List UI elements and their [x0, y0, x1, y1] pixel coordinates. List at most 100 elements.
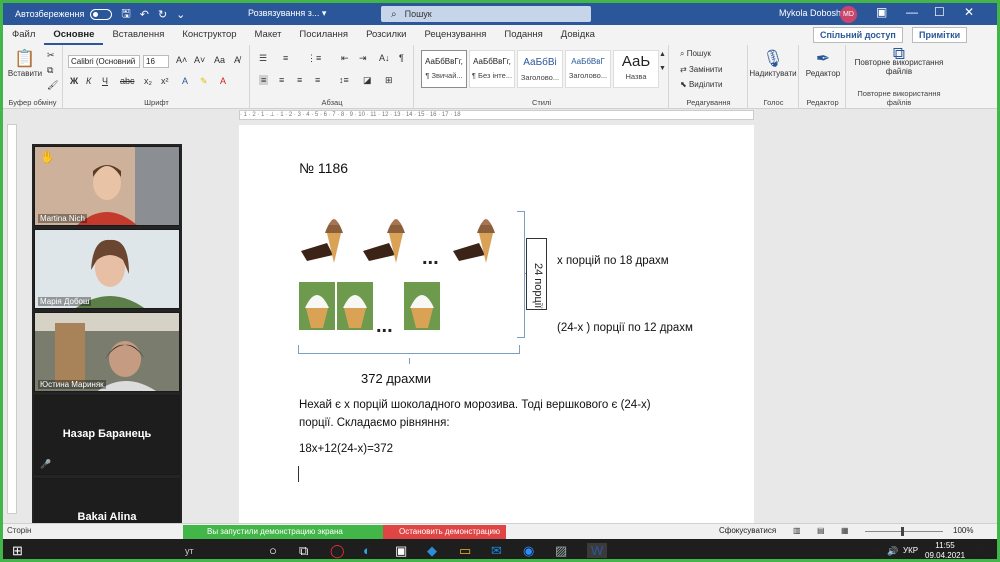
avatar[interactable]: MD — [840, 6, 857, 23]
word-icon[interactable]: W — [587, 543, 608, 558]
increase-indent-icon[interactable]: ⇥ — [359, 53, 367, 64]
vscode-icon[interactable]: ◆ — [427, 543, 437, 559]
ribbon-display-icon[interactable]: ▣ — [876, 5, 887, 19]
cortana-icon[interactable]: ○ — [269, 543, 277, 558]
minimize-icon[interactable]: — — [906, 5, 918, 19]
volume-icon[interactable]: 🔊 — [887, 546, 898, 557]
photos-icon[interactable]: ▨ — [555, 543, 567, 559]
shading-icon[interactable]: ◪ — [363, 75, 372, 86]
zoom-level[interactable]: 100% — [953, 526, 973, 535]
autosave-toggle[interactable] — [90, 8, 113, 20]
numbering-icon[interactable]: ≡ — [283, 53, 288, 63]
shrink-font-icon[interactable]: A˅ — [194, 55, 205, 65]
styles-scroll-up-icon[interactable]: ▲ — [659, 51, 666, 58]
tab-mailings[interactable]: Розсилки — [357, 25, 415, 45]
close-icon[interactable]: ✕ — [964, 5, 974, 19]
tab-design[interactable]: Конструктор — [173, 25, 245, 45]
change-case-icon[interactable]: Aa — [214, 55, 225, 65]
document-page[interactable]: № 1186 ... ... 24 порції х порцій по 18 … — [239, 125, 754, 525]
zoom-slider-knob[interactable] — [901, 527, 904, 536]
multilevel-list-icon[interactable]: ⋮≡ — [307, 53, 321, 64]
document-title[interactable]: Розвязування з... ▾ — [248, 8, 326, 19]
store-icon[interactable]: ▣ — [395, 543, 407, 559]
format-painter-icon[interactable]: 🖌 — [47, 80, 58, 91]
style-heading-2[interactable]: АаБбВвГ Заголово... — [565, 50, 611, 88]
underline-icon[interactable]: Ч — [102, 76, 108, 86]
text-effects-icon[interactable]: A — [182, 76, 188, 86]
sort-icon[interactable]: A↓ — [379, 53, 390, 63]
align-center-icon[interactable]: ≡ — [279, 75, 284, 85]
participant-tile[interactable]: Марія Добош — [34, 229, 180, 309]
search-input[interactable]: Пошук — [405, 9, 432, 19]
replace-button[interactable]: ⇄ Замінити — [680, 65, 723, 74]
editor-button[interactable]: ✒ Редактор — [800, 49, 846, 78]
styles-scroll-down-icon[interactable]: ▼ — [659, 65, 666, 72]
style-no-spacing[interactable]: АаБбВвГг, ¶ Без інте... — [469, 50, 515, 88]
style-heading-1[interactable]: АаБбВі Заголово... — [517, 50, 563, 88]
print-layout-icon[interactable]: ▤ — [817, 526, 825, 535]
show-marks-icon[interactable]: ¶ — [399, 53, 404, 63]
clock[interactable]: 11:55 09.04.2021 — [925, 541, 965, 559]
zoom-app-icon[interactable]: ◉ — [523, 543, 534, 559]
find-button[interactable]: ⌕ Пошук — [680, 49, 711, 59]
select-button[interactable]: ⬉ Виділити — [680, 80, 722, 89]
bullets-icon[interactable]: ☰ — [259, 53, 267, 64]
stop-share-button[interactable]: Остановить демонстрацию — [383, 525, 506, 539]
tab-file[interactable]: Файл — [3, 25, 44, 45]
tab-references[interactable]: Посилання — [290, 25, 357, 45]
save-icon[interactable]: 🖫 — [121, 5, 130, 24]
web-layout-icon[interactable]: ▦ — [841, 526, 849, 535]
bold-icon[interactable]: Ж — [70, 76, 78, 86]
align-left-icon[interactable]: ≡ — [259, 75, 269, 85]
cut-icon[interactable]: ✂ — [47, 50, 55, 61]
zoom-slider[interactable] — [865, 531, 943, 532]
notifications-icon[interactable]: ▢ — [973, 545, 982, 556]
font-color-icon[interactable]: A — [220, 76, 226, 86]
grow-font-icon[interactable]: A˄ — [176, 55, 187, 65]
system-tray-chevron-icon[interactable]: ⌃ — [856, 546, 864, 557]
redo-icon[interactable]: ↻ — [158, 8, 167, 21]
clear-format-icon[interactable]: A̸ — [234, 55, 240, 65]
tab-layout[interactable]: Макет — [246, 25, 291, 45]
reuse-files-button[interactable]: ⧉ Повторне використання файлів — [847, 45, 951, 76]
italic-icon[interactable]: К — [86, 76, 91, 86]
copy-icon[interactable]: ⧉ — [47, 65, 53, 76]
participant-tile[interactable]: Юстина Мариняк — [34, 312, 180, 392]
network-icon[interactable]: ▭ — [871, 546, 880, 557]
page-count-label[interactable]: Сторін — [7, 526, 31, 535]
quick-access-chevron-icon[interactable]: ⌄ — [176, 8, 185, 21]
share-button[interactable]: Спільний доступ — [813, 27, 903, 43]
font-name-select[interactable]: Calibri (Основний — [68, 55, 140, 68]
vertical-ruler[interactable] — [7, 124, 17, 514]
tab-home[interactable]: Основне — [44, 25, 104, 45]
task-view-icon[interactable]: ⧉ — [299, 543, 308, 559]
dictate-button[interactable]: 🎙 Надиктувати — [749, 49, 797, 78]
superscript-icon[interactable]: x² — [161, 76, 169, 86]
taskbar-search-fragment[interactable]: ут — [185, 546, 194, 556]
focus-mode-button[interactable]: Сфокусуватися — [719, 526, 776, 535]
user-name[interactable]: Mykola Dobosh — [779, 8, 841, 18]
horizontal-ruler[interactable]: · 1 · 2 · 1 · ⊥ · 1 · 2 · 3 · 4 · 5 · 6 … — [239, 110, 754, 120]
paste-button[interactable]: 📋 Вставити — [7, 49, 43, 78]
file-explorer-icon[interactable]: ▭ — [459, 543, 471, 559]
font-size-select[interactable]: 16 — [143, 55, 169, 68]
comments-button[interactable]: Примітки — [912, 27, 968, 43]
mail-icon[interactable]: ✉ — [491, 543, 502, 559]
language-indicator[interactable]: УКР — [903, 546, 918, 555]
edge-icon[interactable]: ◐ — [363, 543, 371, 558]
participant-tile[interactable]: Назар Баранець 🎤 — [34, 395, 180, 475]
maximize-icon[interactable]: ☐ — [934, 5, 945, 19]
subscript-icon[interactable]: x₂ — [144, 76, 152, 86]
style-normal[interactable]: АаБбВвГг, ¶ Звичай... — [421, 50, 467, 88]
line-spacing-icon[interactable]: ↕≡ — [339, 75, 349, 85]
highlight-icon[interactable]: ✎ — [200, 76, 208, 87]
decrease-indent-icon[interactable]: ⇤ — [341, 53, 349, 64]
tab-review[interactable]: Рецензування — [415, 25, 495, 45]
justify-icon[interactable]: ≡ — [315, 75, 320, 85]
search-box[interactable]: ⌕ Пошук — [381, 6, 591, 22]
undo-icon[interactable]: ↶ — [140, 8, 149, 21]
windows-start-icon[interactable]: ⊞ — [12, 543, 23, 559]
style-title[interactable]: АаЬ Назва — [613, 50, 659, 88]
align-right-icon[interactable]: ≡ — [297, 75, 302, 85]
borders-icon[interactable]: ⊞ — [385, 75, 393, 86]
